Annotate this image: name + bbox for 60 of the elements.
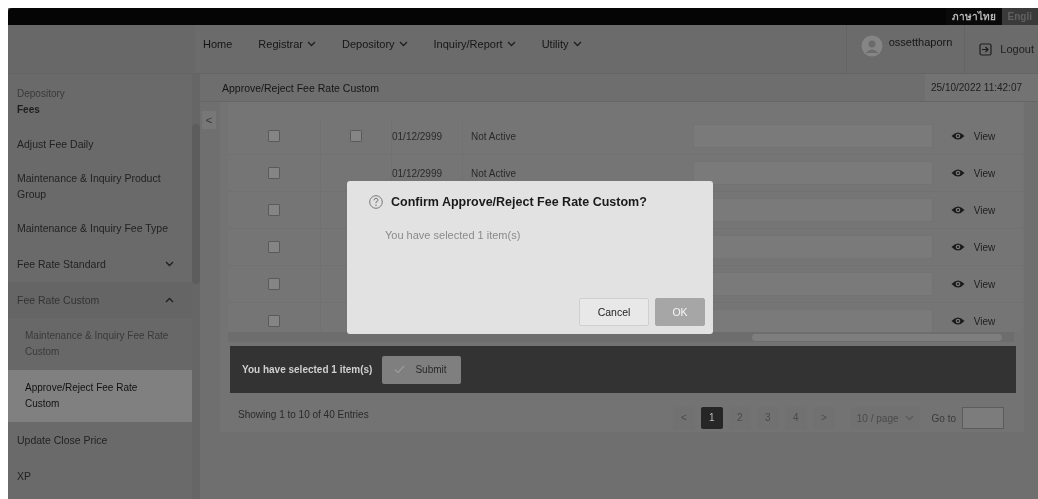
- selection-count: You have selected 1 item(s): [242, 364, 373, 375]
- view-link[interactable]: View: [950, 130, 996, 142]
- check-icon: [394, 365, 406, 374]
- dialog-message: You have selected 1 item(s): [385, 229, 522, 241]
- entries-summary: Showing 1 to 10 of 40 Entries: [238, 408, 369, 420]
- sidebar-item[interactable]: Update Close Price: [8, 422, 192, 458]
- nav-menu-item[interactable]: Depository: [341, 38, 408, 50]
- chevron-down-icon: [306, 41, 316, 47]
- language-link[interactable]: ภาษาไทย: [945, 8, 1002, 25]
- table-cell: Not Active: [471, 167, 517, 179]
- row-checkbox[interactable]: [268, 130, 280, 142]
- table-cell: Not Active: [471, 130, 517, 142]
- user-name: ossetthaporn: [888, 35, 953, 48]
- row-checkbox[interactable]: [268, 278, 280, 290]
- question-icon: [369, 195, 383, 209]
- view-link[interactable]: View: [950, 204, 996, 216]
- sidebar-group-title: Fees: [16, 104, 41, 117]
- sidebar-item[interactable]: Maintenance & Inquiry Fee Type: [8, 210, 192, 246]
- eye-icon: [950, 205, 965, 215]
- chevron-up-icon: [165, 297, 174, 303]
- submit-button[interactable]: Submit: [382, 355, 461, 384]
- page-title: Approve/Reject Fee Rate Custom: [221, 81, 379, 94]
- collapse-button[interactable]: <: [202, 111, 216, 129]
- view-link[interactable]: View: [950, 241, 996, 253]
- logout-icon: [979, 42, 993, 56]
- sidebar-item[interactable]: Adjust Fee Daily: [8, 126, 192, 162]
- nav-menu-item[interactable]: Home: [203, 38, 233, 50]
- chevron-down-icon: [572, 41, 582, 47]
- row-checkbox[interactable]: [268, 204, 280, 216]
- page-button[interactable]: 1: [700, 407, 723, 429]
- view-link[interactable]: View: [950, 278, 996, 290]
- row-checkbox[interactable]: [350, 130, 362, 142]
- eye-icon: [950, 242, 965, 252]
- table-cell: 01/12/2999: [392, 167, 443, 179]
- chevron-down-icon: [165, 261, 174, 267]
- page-input[interactable]: [962, 407, 1004, 429]
- eye-icon: [950, 168, 965, 178]
- row-checkbox[interactable]: [268, 241, 280, 253]
- eye-icon: [950, 316, 965, 326]
- view-link[interactable]: View: [950, 167, 996, 179]
- logout-button[interactable]: Logout: [965, 42, 1038, 56]
- row-checkbox[interactable]: [268, 167, 280, 179]
- table-cell: 01/12/2999: [392, 130, 443, 142]
- chevron-down-icon: [506, 41, 516, 47]
- sidebar-item[interactable]: XP: [8, 458, 192, 494]
- sidebar-item[interactable]: Maintenance & Inquiry Product Group: [8, 162, 192, 210]
- cancel-button[interactable]: Cancel: [579, 298, 649, 326]
- date-time: 25/10/2022 11:42:07: [925, 74, 1038, 101]
- sidebar-subitem[interactable]: Approve/Reject Fee Rate Custom: [8, 370, 192, 422]
- chevron-down-icon: [398, 41, 408, 47]
- nav-menu-item[interactable]: Inquiry/Report: [433, 38, 516, 50]
- row-checkbox[interactable]: [268, 315, 280, 327]
- avatar-icon: [860, 35, 883, 57]
- sidebar-item[interactable]: Fee Rate Standard: [8, 246, 192, 282]
- nav-menu-item[interactable]: Utility: [541, 38, 582, 50]
- dialog-title: Confirm Approve/Reject Fee Rate Custom?: [391, 195, 647, 209]
- eye-icon: [950, 131, 965, 141]
- view-link[interactable]: View: [950, 315, 996, 327]
- eye-icon: [950, 279, 965, 289]
- nav-menu-item[interactable]: Registrar: [258, 38, 316, 50]
